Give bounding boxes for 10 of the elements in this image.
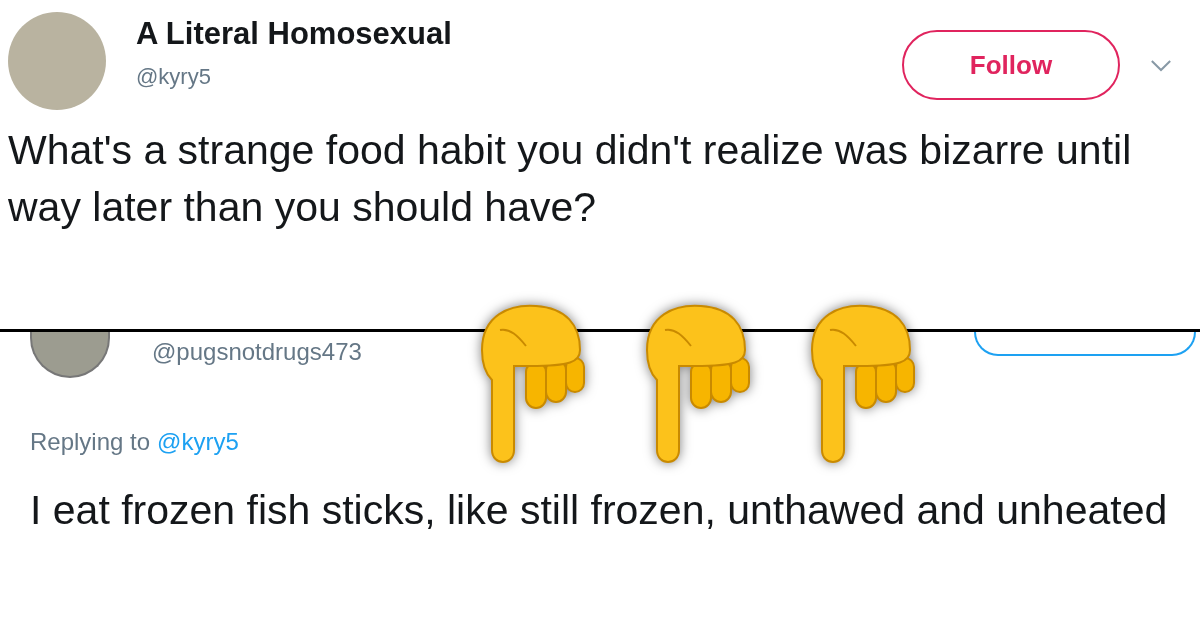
reply-text: I eat frozen fish sticks, like still frozen, unthawed and unheated <box>30 486 1169 535</box>
follow-button[interactable] <box>974 332 1196 356</box>
author-handle: @kyry5 <box>136 64 212 90</box>
mention-link[interactable]: @kyry5 <box>157 428 239 456</box>
follow-button[interactable]: Follow <box>902 30 1120 100</box>
replying-label: Replying to <box>30 428 151 456</box>
chevron-down-icon[interactable] <box>1150 59 1172 72</box>
author-name: A Literal Homosexual <box>136 16 452 52</box>
tweet-text: What's a strange food habit you didn't realize was bizarre until way later than you should have? <box>8 126 1133 232</box>
reply-author-handle: @pugsnotdrugs473 <box>152 338 362 366</box>
